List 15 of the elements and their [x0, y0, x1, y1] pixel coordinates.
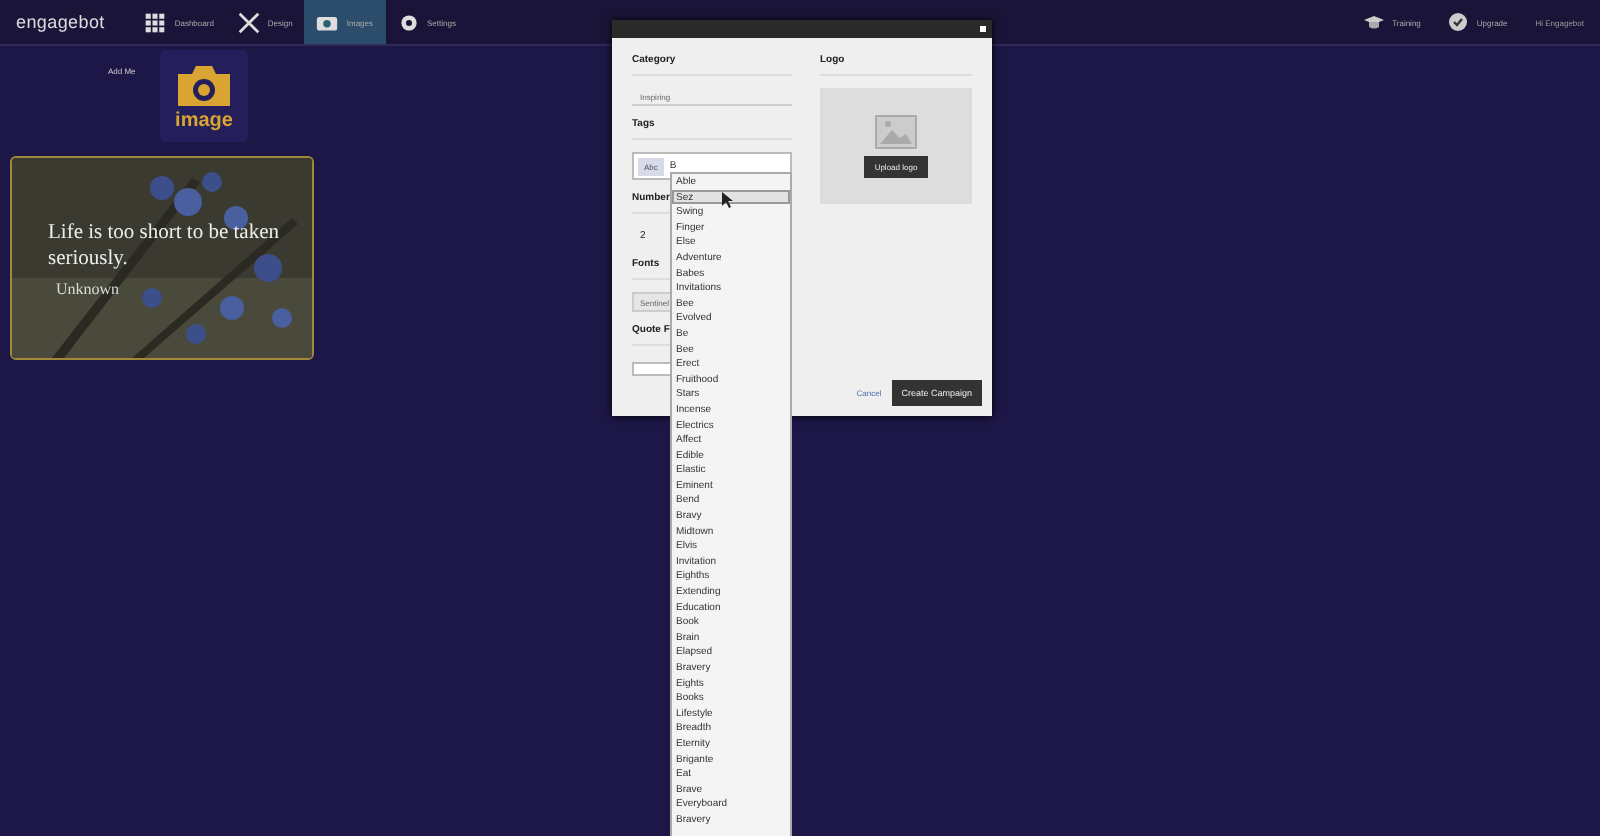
tile-caption: image: [175, 111, 233, 131]
check-icon: [1448, 12, 1469, 32]
quote-author: Unknown: [56, 280, 120, 298]
graduation-cap-icon: [1364, 12, 1385, 32]
gear-icon: [397, 11, 419, 33]
quote-text: Life is too short to be taken seriously.: [48, 220, 281, 272]
input-field[interactable]: [632, 362, 672, 376]
cursor-icon: [722, 192, 734, 208]
image-icon: [874, 114, 918, 150]
image-tile[interactable]: image: [160, 50, 248, 142]
camera-icon: [174, 61, 234, 109]
app-logo[interactable]: engagebot: [16, 12, 105, 32]
quote-card[interactable]: Life is too short to be taken seriously. Unknown: [10, 156, 314, 360]
grid-icon: [144, 11, 167, 33]
camera-icon: [316, 11, 339, 33]
